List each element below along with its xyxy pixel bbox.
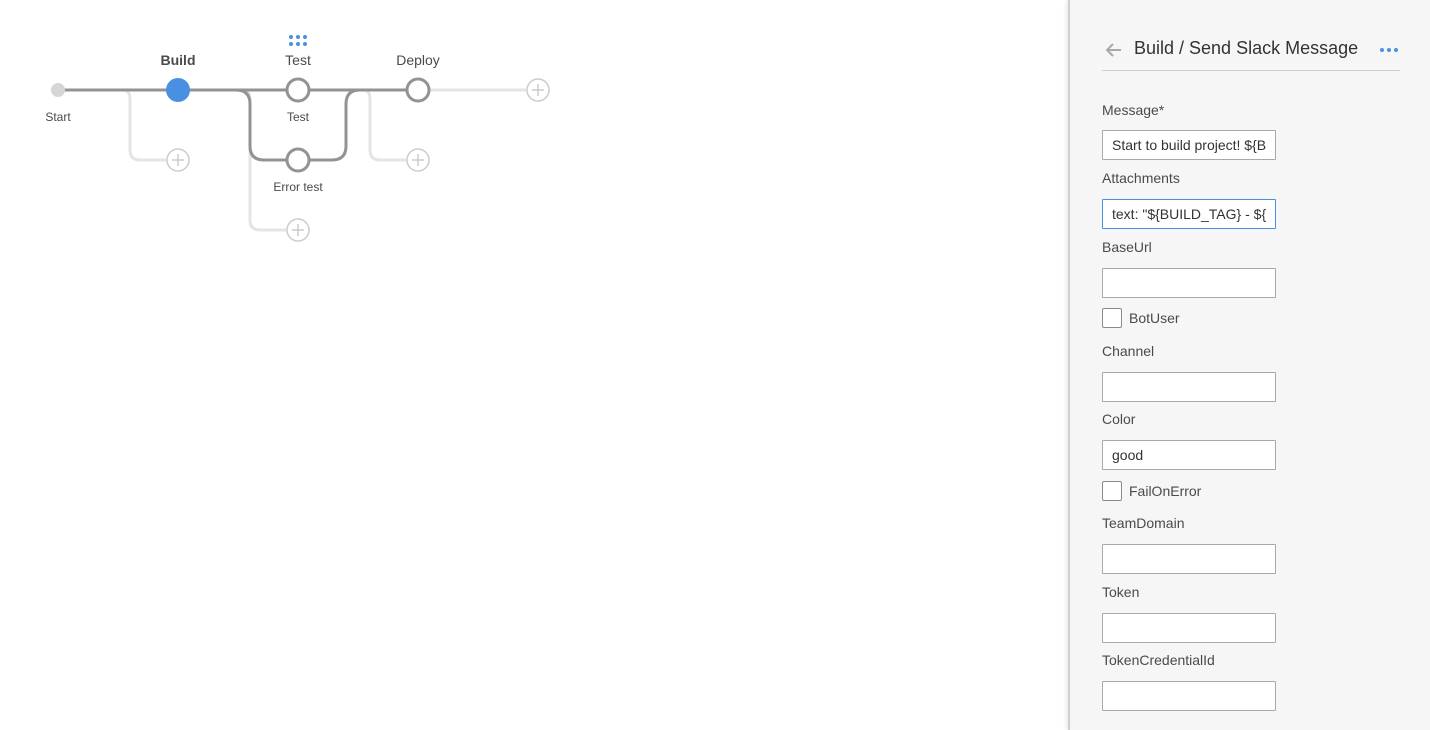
start-label: Start — [45, 110, 71, 124]
deploy-add-branch-connector — [363, 88, 406, 162]
more-options-icon[interactable] — [1380, 46, 1398, 54]
botuser-label: BotUser — [1129, 310, 1180, 326]
color-label: Color — [1102, 411, 1136, 427]
test-stage-node[interactable] — [285, 77, 311, 103]
message-label: Message* — [1102, 102, 1165, 118]
channel-input[interactable] — [1102, 372, 1276, 402]
token-input[interactable] — [1102, 613, 1276, 643]
start-node — [51, 83, 65, 97]
teamdomain-label: TeamDomain — [1102, 515, 1185, 531]
add-step-test-icon[interactable] — [286, 218, 310, 242]
sheet-title: Build / Send Slack Message — [1134, 38, 1359, 58]
botuser-checkbox[interactable] — [1102, 308, 1122, 328]
add-stage-icon[interactable] — [526, 78, 550, 102]
deploy-stage-node[interactable] — [405, 77, 431, 103]
baseurl-input[interactable] — [1102, 268, 1276, 298]
stage-label-build[interactable]: Build — [161, 52, 196, 68]
channel-label: Channel — [1102, 343, 1155, 359]
step-config-sheet: Build / Send Slack Message Message* Atta… — [1068, 0, 1430, 730]
pipeline-graph — [51, 77, 550, 242]
add-step-deploy-icon[interactable] — [406, 148, 430, 172]
message-input[interactable] — [1102, 130, 1276, 160]
parallel-label-error-test[interactable]: Error test — [273, 180, 322, 194]
parallel-label-test[interactable]: Test — [287, 110, 309, 124]
stage-label-deploy[interactable]: Deploy — [396, 52, 440, 68]
baseurl-label: BaseUrl — [1102, 239, 1152, 255]
drag-handle-icon[interactable] — [289, 35, 307, 47]
attachments-input[interactable] — [1102, 199, 1276, 229]
build-add-branch-connector — [123, 88, 166, 162]
stage-label-test[interactable]: Test — [285, 52, 311, 68]
add-step-build-icon[interactable] — [166, 148, 190, 172]
teamdomain-input[interactable] — [1102, 544, 1276, 574]
color-input[interactable] — [1102, 440, 1276, 470]
failonerror-label: FailOnError — [1129, 483, 1202, 499]
pipeline-editor-canvas: Build Test Deploy Start Test Error test — [0, 0, 1068, 730]
build-stage-node[interactable] — [166, 78, 190, 102]
error-test-node[interactable] — [285, 147, 311, 173]
back-arrow-icon[interactable] — [1104, 40, 1124, 60]
tokencredentialid-label: TokenCredentialId — [1102, 652, 1215, 668]
failonerror-checkbox[interactable] — [1102, 481, 1122, 501]
tokencredentialid-input[interactable] — [1102, 681, 1276, 711]
token-label: Token — [1102, 584, 1140, 600]
sheet-header: Build / Send Slack Message — [1102, 36, 1400, 71]
attachments-label: Attachments — [1102, 170, 1180, 186]
